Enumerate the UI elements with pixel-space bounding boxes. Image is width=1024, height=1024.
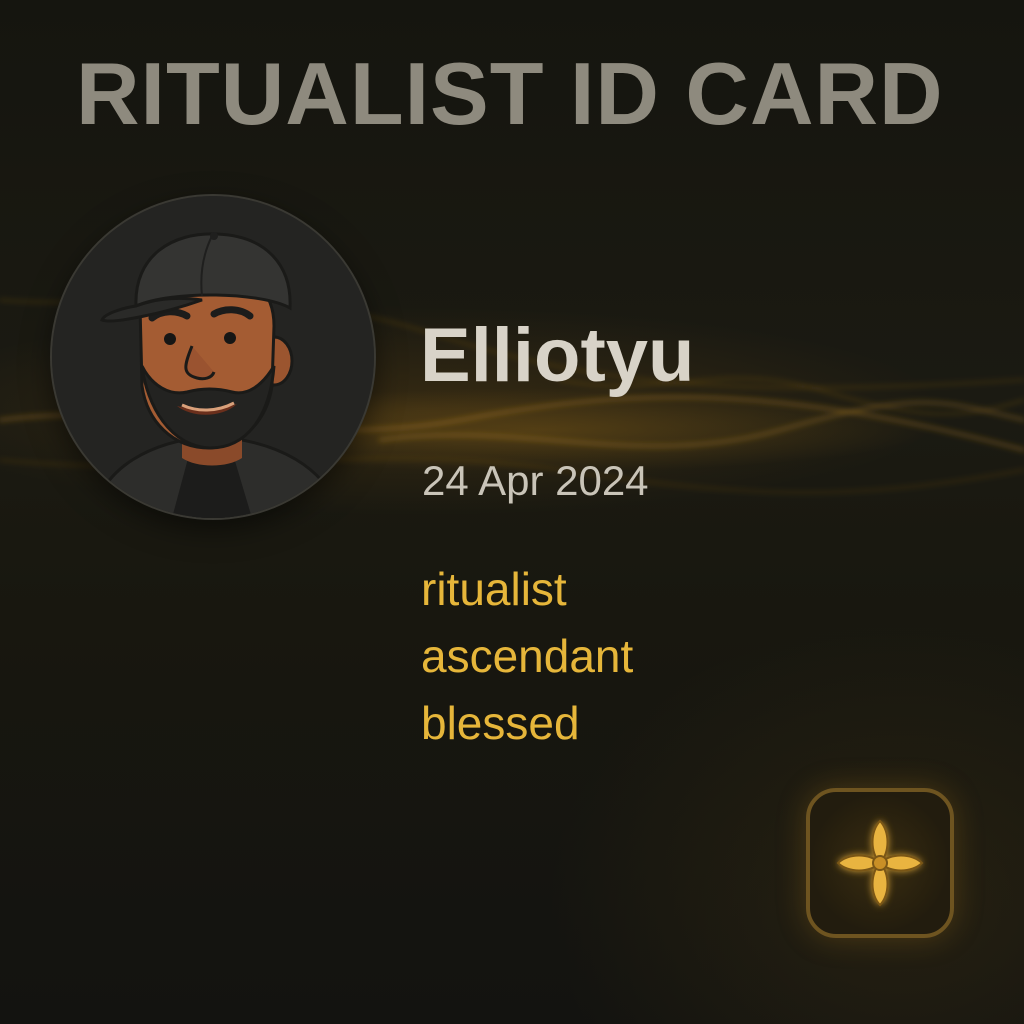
tag-item: blessed	[421, 697, 580, 749]
id-card: RITUALIST ID CARD Elliotyu 24 Apr 2024 r…	[0, 0, 1024, 1024]
avatar	[52, 196, 374, 518]
emblem-button[interactable]	[806, 788, 954, 938]
tag-item: ascendant	[421, 630, 634, 682]
tag-list: ritualist ascendant blessed	[421, 556, 633, 757]
member-date: 24 Apr 2024	[422, 457, 649, 504]
tag-item: ritualist	[421, 563, 567, 615]
four-petal-flower-icon	[836, 819, 924, 907]
username: Elliotyu	[420, 313, 695, 398]
bearded-man-in-cap-avatar-icon	[52, 196, 374, 518]
card-title: RITUALIST ID CARD	[76, 44, 944, 143]
